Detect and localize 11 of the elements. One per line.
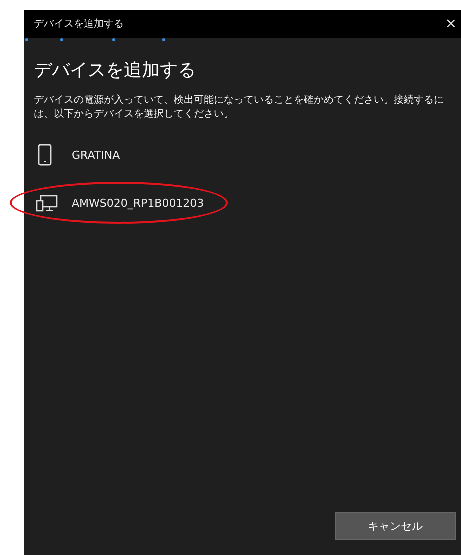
close-button[interactable]: × (443, 16, 459, 32)
instruction-text: デバイスの電源が入っていて、検出可能になっていることを確かめてください。接続するには、以下からデバイスを選択してください。 (34, 94, 445, 122)
window-title: デバイスを追加する (34, 18, 124, 31)
device-item[interactable]: AMWS020_RP1B001203 (34, 194, 204, 212)
dialog-heading: デバイスを追加する (34, 59, 197, 82)
phone-icon (38, 144, 52, 166)
device-item[interactable]: GRATINA (34, 144, 120, 166)
cancel-button[interactable]: キャンセル (335, 512, 456, 540)
device-name: AMWS020_RP1B001203 (72, 196, 204, 210)
device-name: GRATINA (72, 148, 120, 162)
monitor-icon (36, 194, 58, 212)
